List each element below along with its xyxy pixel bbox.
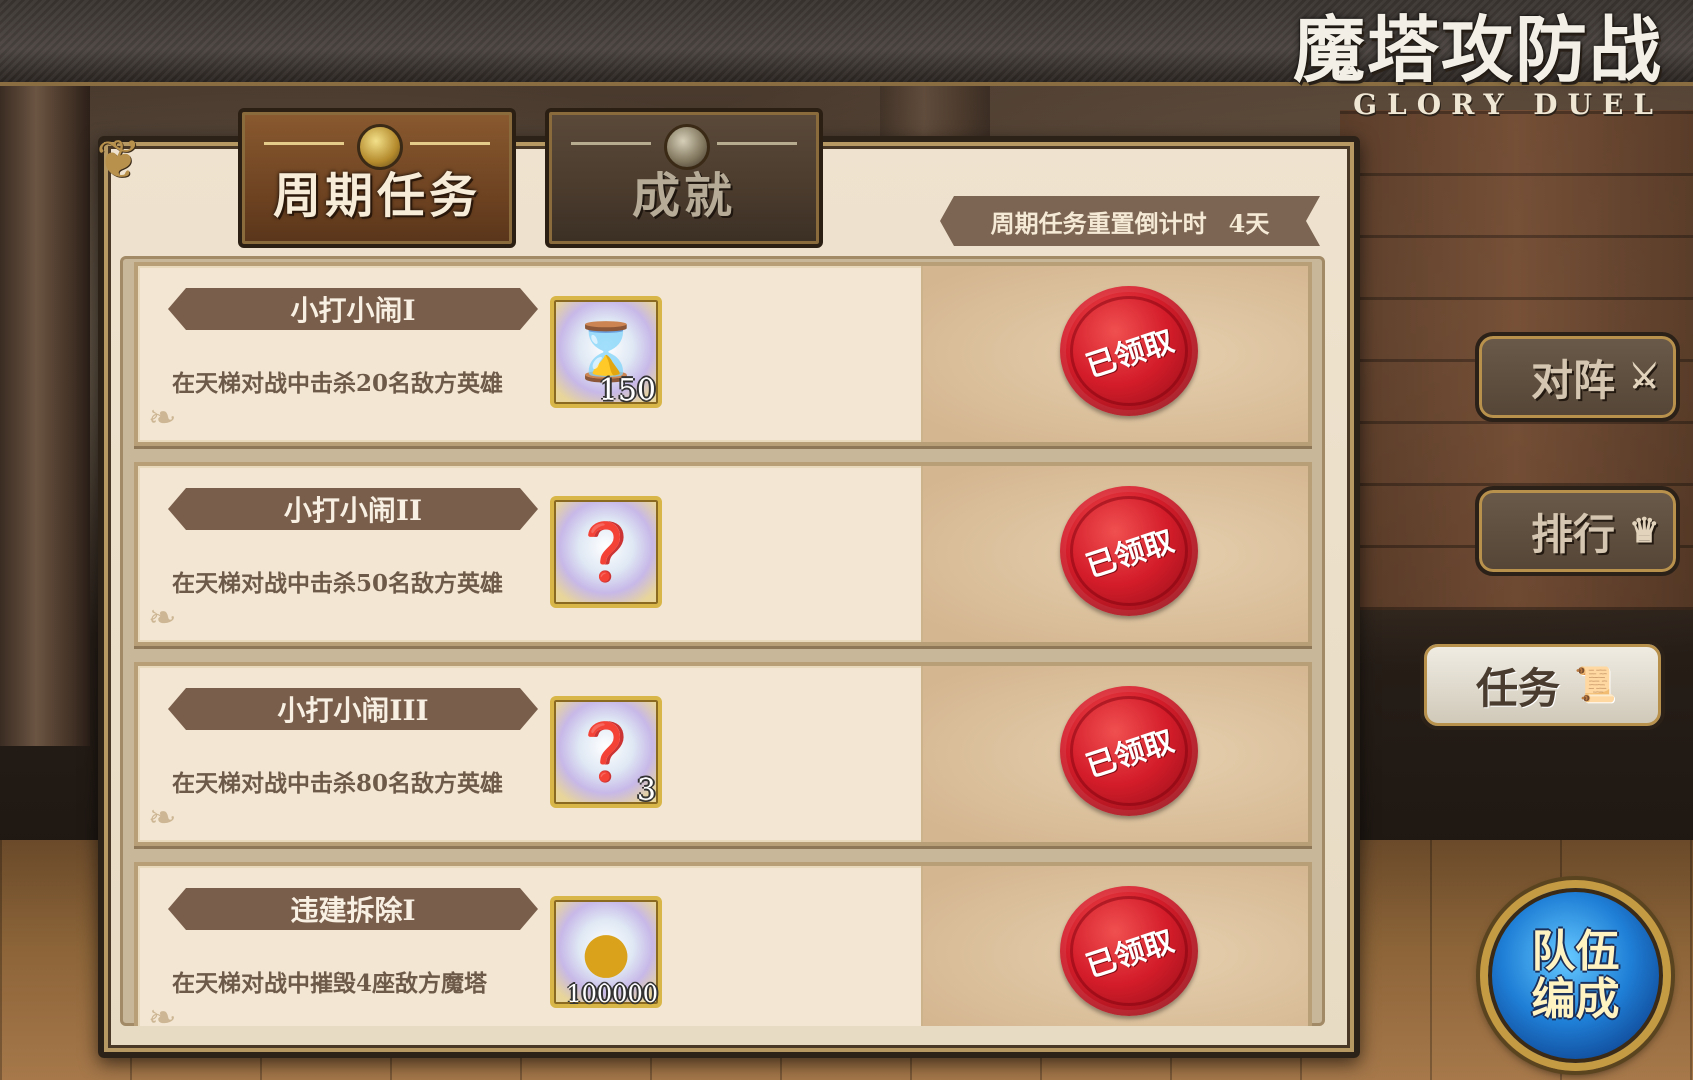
- mystery-stone-icon: ❓: [571, 720, 641, 785]
- team-button-line1: 队伍: [1531, 925, 1620, 977]
- quest-list[interactable]: ❧ 小打小闹I 在天梯对战中击杀20名敌方英雄 ⌛ 150 已领取 ❧ 小打小闹…: [120, 256, 1325, 1026]
- gold-coin-icon: ●: [581, 919, 631, 985]
- claimed-seal: 已领取: [1060, 486, 1198, 616]
- tab-rule: [571, 142, 651, 145]
- quest-row: ❧ 小打小闹III 在天梯对战中击杀80名敌方英雄 ❓ 3 已领取: [134, 662, 1312, 846]
- side-nav-tasks[interactable]: 任务 📜: [1420, 640, 1665, 730]
- tab-achievements[interactable]: 成就: [545, 108, 823, 248]
- reward-item[interactable]: ⌛ 150: [550, 296, 662, 408]
- team-formation-button[interactable]: 队伍 编成: [1480, 880, 1671, 1071]
- tab-periodic-tasks[interactable]: 周期任务: [238, 108, 516, 248]
- reward-item[interactable]: ● 100000: [550, 896, 662, 1008]
- side-nav-ranking[interactable]: 排行 ♛: [1475, 486, 1680, 576]
- countdown-value: 4天: [1228, 208, 1270, 238]
- side-nav-label: 对阵: [1531, 355, 1616, 405]
- quest-title: 小打小闹III: [168, 688, 538, 730]
- game-title-cn: 魔塔攻防战: [1292, 7, 1663, 92]
- reset-countdown: 周期任务重置倒计时 4天: [940, 196, 1320, 246]
- tab-rule: [717, 142, 797, 145]
- tab-rule: [410, 142, 490, 145]
- quest-row: ❧ 小打小闹II 在天梯对战中击杀50名敌方英雄 ❓ 已领取: [134, 462, 1312, 646]
- side-nav-label: 排行: [1531, 509, 1616, 559]
- swirl-ornament-icon: ❧: [148, 798, 177, 838]
- claimed-label: 已领取: [1081, 923, 1179, 985]
- tab-knob-icon: [664, 124, 710, 170]
- quest-description: 在天梯对战中击杀80名敌方英雄: [172, 770, 504, 797]
- quest-description: 在天梯对战中摧毁4座敌方魔塔: [172, 970, 488, 997]
- quest-title: 小打小闹I: [168, 288, 538, 330]
- quest-description: 在天梯对战中击杀20名敌方英雄: [172, 370, 504, 397]
- quest-title: 小打小闹II: [168, 488, 538, 530]
- tab-rule: [264, 142, 344, 145]
- crown-icon: ♛: [1629, 511, 1660, 551]
- quest-row: ❧ 小打小闹I 在天梯对战中击杀20名敌方英雄 ⌛ 150 已领取: [134, 262, 1312, 446]
- team-button-line2: 编成: [1531, 973, 1620, 1025]
- scroll-icon: 📜: [1574, 665, 1617, 705]
- tab-knob-icon: [357, 124, 403, 170]
- game-title-en: GLORY DUEL: [1353, 88, 1663, 121]
- reward-quantity: 100000: [566, 980, 658, 1008]
- swirl-ornament-icon: ❧: [148, 598, 177, 638]
- swirl-ornament-icon: ❧: [148, 398, 177, 438]
- mystery-stone-icon: ❓: [571, 520, 641, 585]
- claimed-seal: 已领取: [1060, 886, 1198, 1016]
- claimed-label: 已领取: [1081, 723, 1179, 785]
- claimed-seal: 已领取: [1060, 286, 1198, 416]
- game-title: 魔塔攻防战 GLORY DUEL: [1292, 7, 1663, 122]
- reward-quantity: 3: [636, 773, 656, 808]
- quest-row: ❧ 违建拆除I 在天梯对战中摧毁4座敌方魔塔 ● 100000 已领取: [134, 862, 1312, 1026]
- sword-icon: ⚔: [1629, 357, 1660, 397]
- reward-item[interactable]: ❓: [550, 496, 662, 608]
- countdown-label: 周期任务重置倒计时: [990, 208, 1207, 238]
- claimed-label: 已领取: [1081, 323, 1179, 385]
- reward-item[interactable]: ❓ 3: [550, 696, 662, 808]
- reward-quantity: 150: [598, 373, 656, 408]
- background-pillar: [0, 86, 90, 746]
- claimed-label: 已领取: [1081, 523, 1179, 585]
- swirl-ornament-icon: ❧: [148, 998, 177, 1026]
- claimed-seal: 已领取: [1060, 686, 1198, 816]
- quest-description: 在天梯对战中击杀50名敌方英雄: [172, 570, 504, 597]
- side-nav-label: 任务: [1476, 663, 1561, 713]
- quest-title: 违建拆除I: [168, 888, 538, 930]
- side-nav-match[interactable]: 对阵 ⚔: [1475, 332, 1680, 422]
- corner-ornament-icon: ❦: [96, 128, 142, 191]
